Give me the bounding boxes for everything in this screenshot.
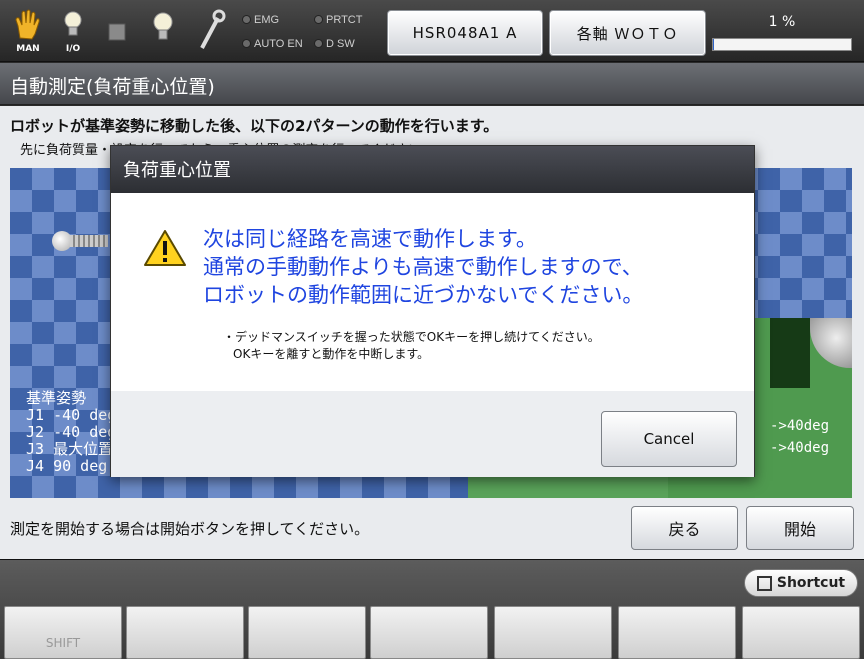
- axis-mode-button[interactable]: 各軸 ＷＯＴＯ: [549, 10, 706, 56]
- page-title: 自動測定(負荷重心位置): [0, 63, 864, 105]
- mode-indicator[interactable]: MAN: [10, 8, 46, 54]
- stop-square-icon: [108, 23, 126, 41]
- function-key-7[interactable]: [742, 606, 860, 659]
- instruction-text: ロボットが基準姿勢に移動した後、以下の2パターンの動作を行います。: [10, 117, 499, 135]
- lamp-indicator: [145, 8, 181, 54]
- speed-bar-fill: [713, 39, 715, 50]
- function-key-3[interactable]: [248, 606, 366, 659]
- warning-message: 次は同じ経路を高速で動作します。 通常の手動動作よりも高速で動作しますので、 ロ…: [203, 225, 643, 309]
- function-key-5[interactable]: [494, 606, 612, 659]
- pose-line: J4 90 deg: [26, 457, 108, 475]
- bulb-icon: [64, 11, 82, 36]
- stop-indicator: [100, 8, 136, 54]
- pose-line: J3 最大位置: [26, 440, 114, 458]
- start-hint: 測定を開始する場合は開始ボタンを押してください。: [10, 520, 370, 538]
- pattern-angle: ->40deg: [770, 418, 830, 434]
- operation-note: ・デッドマンスイッチを握った状態でOKキーを押し続けてください。 OKキーを離す…: [223, 329, 600, 363]
- pose-title: 基準姿勢: [26, 389, 87, 407]
- speed-bar: [712, 38, 852, 51]
- back-button[interactable]: 戻る: [631, 506, 738, 550]
- prtct-lamp: PRTCT: [314, 14, 362, 26]
- dsw-lamp: D SW: [314, 38, 355, 50]
- bolt-icon: [52, 231, 72, 251]
- warning-icon: [144, 230, 186, 266]
- io-label: I/O: [65, 44, 81, 54]
- pattern-angle: ->40deg: [770, 440, 830, 456]
- pose-line: J1 -40 deg: [26, 406, 117, 424]
- io-indicator[interactable]: I/O: [55, 8, 91, 54]
- bulb-icon: [153, 12, 173, 40]
- warning-line: ロボットの動作範囲に近づかないでください。: [203, 283, 644, 307]
- emg-lamp: EMG: [242, 14, 279, 26]
- mode-label: MAN: [16, 44, 40, 54]
- start-button[interactable]: 開始: [746, 506, 854, 550]
- note-line: ・デッドマンスイッチを握った状態でOKキーを押し続けてください。: [223, 330, 600, 344]
- function-key-2[interactable]: [126, 606, 244, 659]
- tool-indicator[interactable]: [192, 8, 228, 54]
- shortcut-label: Shortcut: [776, 575, 846, 591]
- shortcut-button[interactable]: Shortcut: [744, 569, 858, 597]
- dialog-title: 負荷重心位置: [111, 146, 754, 193]
- pose-line: J2 -40 deg: [26, 423, 117, 441]
- warning-line: 通常の手動動作よりも高速で動作しますので、: [203, 255, 643, 279]
- note-line: OKキーを離すと動作を中断します。: [233, 347, 430, 361]
- hand-icon: [15, 9, 40, 40]
- dialog-body: 次は同じ経路を高速で動作します。 通常の手動動作よりも高速で動作しますので、 ロ…: [111, 193, 754, 391]
- reference-pose: 基準姿勢 J1 -40 deg J2 -40 deg J3 最大位置 J4 90…: [26, 390, 116, 475]
- warning-line: 次は同じ経路を高速で動作します。: [203, 227, 537, 251]
- dialog-footer: Cancel: [111, 391, 754, 477]
- status-bar: MAN I/O EMG PRTCT AUTO EN D SW HSR048A1 …: [0, 0, 864, 62]
- auto-en-lamp: AUTO EN: [242, 38, 303, 50]
- robot-select-button[interactable]: HSR048A1 A: [387, 10, 543, 56]
- shortcut-arrow-icon: [756, 575, 772, 591]
- bolt-thread: [70, 235, 108, 247]
- cancel-button[interactable]: Cancel: [601, 411, 737, 467]
- function-key-shift[interactable]: SHIFT: [4, 606, 122, 659]
- wrench-icon: [200, 9, 226, 49]
- function-key-6[interactable]: [618, 606, 736, 659]
- function-key-area: Shortcut SHIFT: [0, 559, 864, 659]
- warning-dialog: 負荷重心位置 次は同じ経路を高速で動作します。 通常の手動動作よりも高速で動作し…: [110, 145, 755, 477]
- function-key-4[interactable]: [370, 606, 488, 659]
- speed-percent: 1 %: [768, 14, 796, 30]
- robot-part: [770, 318, 810, 388]
